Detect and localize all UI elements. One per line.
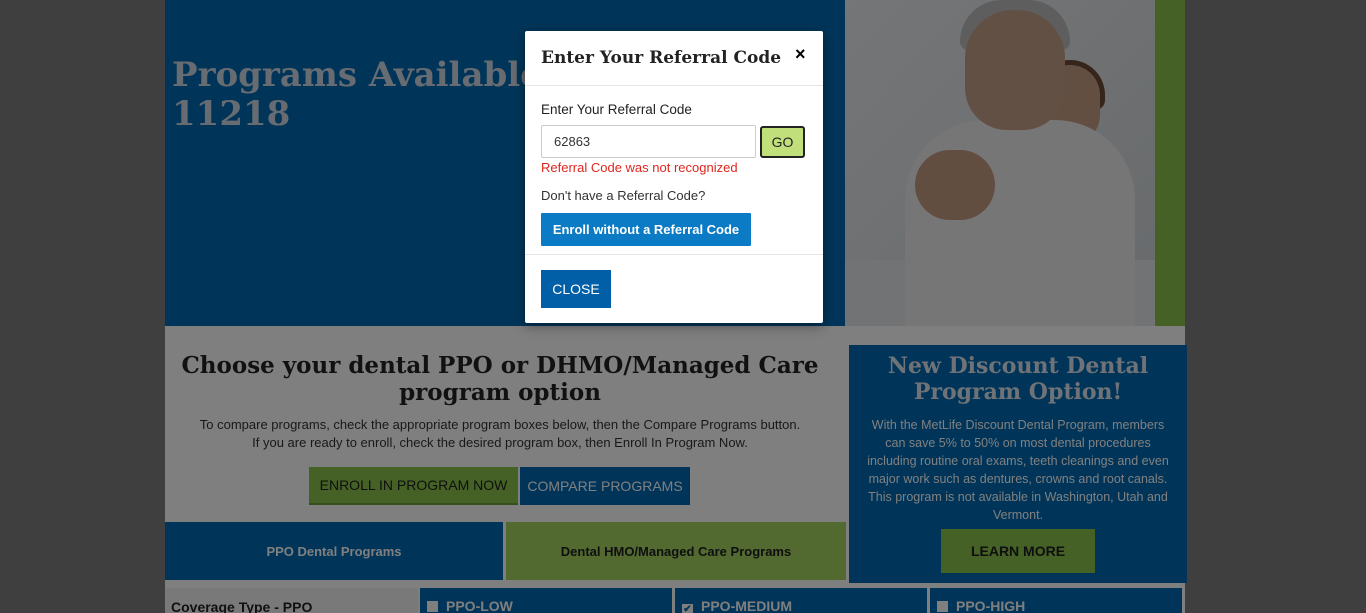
referral-error-message: Referral Code was not recognized <box>541 160 738 175</box>
go-button[interactable]: GO <box>760 126 805 158</box>
referral-code-modal: Enter Your Referral Code × Enter Your Re… <box>525 31 823 323</box>
no-referral-code-text: Don't have a Referral Code? <box>541 188 706 203</box>
modal-title: Enter Your Referral Code <box>541 48 782 68</box>
close-icon[interactable]: × <box>795 44 806 65</box>
referral-code-label: Enter Your Referral Code <box>541 102 692 117</box>
enroll-without-referral-button[interactable]: Enroll without a Referral Code <box>541 213 751 246</box>
close-button[interactable]: CLOSE <box>541 270 611 308</box>
modal-divider <box>525 254 823 255</box>
referral-code-input[interactable] <box>541 125 756 158</box>
modal-header: Enter Your Referral Code × <box>525 31 823 86</box>
